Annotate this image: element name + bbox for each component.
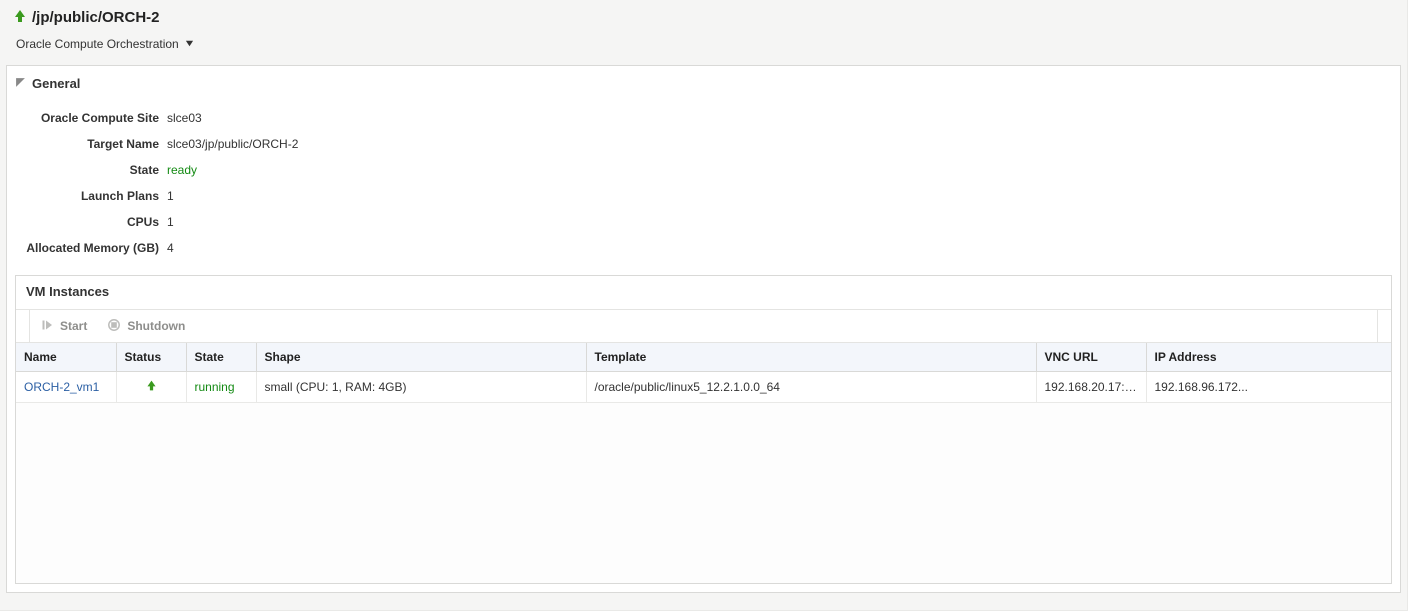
shutdown-button[interactable]: Shutdown bbox=[97, 310, 195, 342]
kv-value: 4 bbox=[167, 241, 174, 255]
cell-status bbox=[116, 372, 186, 403]
kv-label: CPUs bbox=[7, 215, 167, 229]
cell-shape: small (CPU: 1, RAM: 4GB) bbox=[256, 372, 586, 403]
state-value: running bbox=[195, 380, 235, 394]
kv-label: State bbox=[7, 163, 167, 177]
kv-value: slce03/jp/public/ORCH-2 bbox=[167, 137, 298, 151]
content-panel: General Oracle Compute Site slce03 Targe… bbox=[6, 65, 1401, 593]
table-header-row: Name Status State Shape Template VNC URL… bbox=[16, 343, 1391, 372]
status-up-arrow-icon bbox=[145, 381, 158, 395]
cell-state: running bbox=[186, 372, 256, 403]
kv-row: State ready bbox=[7, 157, 1400, 183]
status-up-arrow-icon bbox=[12, 8, 28, 27]
cell-template: /oracle/public/linux5_12.2.1.0.0_64 bbox=[586, 372, 1036, 403]
toolbar-left-spacer bbox=[16, 310, 30, 342]
col-shape[interactable]: Shape bbox=[256, 343, 586, 372]
title-row: /jp/public/ORCH-2 bbox=[12, 8, 1395, 27]
breadcrumb-label: Oracle Compute Orchestration bbox=[16, 37, 179, 51]
kv-row: Oracle Compute Site slce03 bbox=[7, 105, 1400, 131]
page-header-area: /jp/public/ORCH-2 Oracle Compute Orchest… bbox=[0, 0, 1407, 57]
vm-name-link[interactable]: ORCH-2_vm1 bbox=[24, 380, 99, 394]
kv-value: ready bbox=[167, 163, 197, 177]
kv-label: Oracle Compute Site bbox=[7, 111, 167, 125]
general-section-title: General bbox=[32, 76, 80, 91]
col-ip-address[interactable]: IP Address bbox=[1146, 343, 1391, 372]
breadcrumb-menu[interactable]: Oracle Compute Orchestration bbox=[12, 37, 1395, 51]
start-button-label: Start bbox=[60, 319, 87, 333]
vm-table-empty-area bbox=[16, 403, 1391, 583]
col-state[interactable]: State bbox=[186, 343, 256, 372]
disclosure-triangle-icon bbox=[15, 77, 26, 91]
cell-name[interactable]: ORCH-2_vm1 bbox=[16, 372, 116, 403]
kv-label: Allocated Memory (GB) bbox=[7, 241, 167, 255]
col-name[interactable]: Name bbox=[16, 343, 116, 372]
vm-toolbar: Start Shutdown bbox=[16, 309, 1391, 343]
vm-instances-title: VM Instances bbox=[16, 276, 1391, 309]
general-section-header[interactable]: General bbox=[7, 66, 1400, 101]
kv-row: Target Name slce03/jp/public/ORCH-2 bbox=[7, 131, 1400, 157]
col-template[interactable]: Template bbox=[586, 343, 1036, 372]
page-title: /jp/public/ORCH-2 bbox=[32, 9, 160, 26]
col-vnc-url[interactable]: VNC URL bbox=[1036, 343, 1146, 372]
chevron-down-icon bbox=[185, 37, 194, 51]
kv-value: 1 bbox=[167, 215, 174, 229]
kv-row: Allocated Memory (GB) 4 bbox=[7, 235, 1400, 261]
power-icon bbox=[107, 318, 121, 335]
kv-row: CPUs 1 bbox=[7, 209, 1400, 235]
page-root: /jp/public/ORCH-2 Oracle Compute Orchest… bbox=[0, 0, 1408, 611]
kv-row: Launch Plans 1 bbox=[7, 183, 1400, 209]
general-properties: Oracle Compute Site slce03 Target Name s… bbox=[7, 101, 1400, 275]
table-row[interactable]: ORCH-2_vm1 running small ( bbox=[16, 372, 1391, 403]
kv-value: slce03 bbox=[167, 111, 202, 125]
cell-ip: 192.168.96.172... bbox=[1146, 372, 1391, 403]
vm-instances-panel: VM Instances Start bbox=[15, 275, 1392, 584]
toolbar-right-spacer bbox=[1377, 310, 1391, 342]
kv-value: 1 bbox=[167, 189, 174, 203]
cell-vnc-url: 192.168.20.17:5... bbox=[1036, 372, 1146, 403]
start-button[interactable]: Start bbox=[30, 310, 97, 342]
kv-label: Target Name bbox=[7, 137, 167, 151]
play-icon bbox=[40, 318, 54, 335]
vm-instances-table: Name Status State Shape Template VNC URL… bbox=[16, 343, 1391, 403]
shutdown-button-label: Shutdown bbox=[127, 319, 185, 333]
kv-label: Launch Plans bbox=[7, 189, 167, 203]
col-status[interactable]: Status bbox=[116, 343, 186, 372]
